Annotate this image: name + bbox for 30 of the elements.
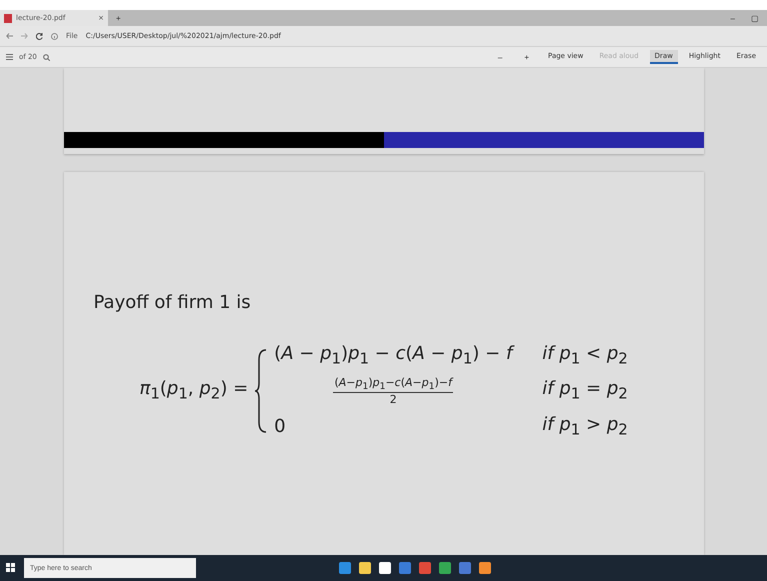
search-icon[interactable]: [42, 54, 50, 60]
case-expression: (A − p$_{1}$)p$_{1}$ − c(A − p$_{1}$) − f: [274, 343, 512, 368]
menu-icon[interactable]: [6, 54, 13, 60]
case-expression: 0: [274, 416, 287, 437]
info-icon: [51, 32, 58, 40]
brace-icon: [254, 348, 268, 434]
taskbar-app-icon[interactable]: [379, 562, 391, 574]
zoom-out-button[interactable]: –: [490, 52, 510, 62]
start-icon[interactable]: [6, 563, 16, 573]
taskbar-app-icon[interactable]: [439, 562, 451, 574]
fraction: (A−p$_{1}$)p$_{1}$−c(A−p$_{1}$)−f 2: [332, 376, 454, 406]
window-control-button[interactable]: –: [722, 10, 743, 26]
taskbar-app-icon[interactable]: [479, 562, 491, 574]
formula-lhs: π$_{1}$(p$_{1}$, p$_{2}$) =: [140, 378, 248, 403]
taskbar-app-icon[interactable]: [419, 562, 431, 574]
taskbar-app-icon[interactable]: [339, 562, 351, 574]
forward-icon[interactable]: [21, 33, 28, 39]
pdf-icon: [4, 14, 12, 22]
slide-heading: Payoff of firm 1 is: [94, 292, 252, 313]
reload-icon[interactable]: [36, 32, 43, 40]
case-condition: if p$_{1}$ < p$_{2}$: [542, 343, 628, 368]
case-condition: if p$_{1}$ > p$_{2}$: [542, 414, 628, 438]
back-icon[interactable]: [6, 33, 13, 39]
taskbar-app-icon[interactable]: [459, 562, 471, 574]
taskbar-app-icon[interactable]: [399, 562, 411, 574]
window-control-button[interactable]: ▢: [743, 10, 767, 26]
case-condition: if p$_{1}$ = p$_{2}$: [542, 378, 628, 403]
zoom-in-button[interactable]: +: [516, 52, 538, 62]
taskbar-app-icon[interactable]: [359, 562, 371, 574]
new-tab-button[interactable]: +: [108, 10, 129, 26]
